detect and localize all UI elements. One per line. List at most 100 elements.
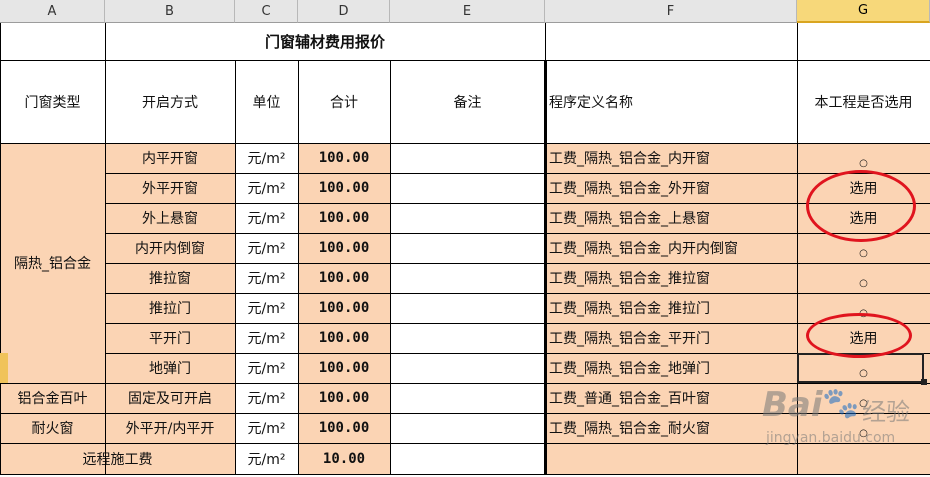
- program-name-cell[interactable]: 工费_隔热_铝合金_推拉门: [545, 293, 797, 323]
- opening-cell[interactable]: 平开门: [105, 323, 235, 353]
- column-header-e[interactable]: E: [390, 0, 545, 23]
- unit-cell[interactable]: 元/m²: [235, 143, 298, 173]
- total-cell[interactable]: 100.00: [298, 293, 390, 323]
- gridline: [797, 23, 798, 60]
- note-cell[interactable]: [390, 293, 545, 323]
- header-program-name: 程序定义名称: [545, 60, 797, 143]
- sheet-title: 门窗辅材费用报价: [105, 23, 545, 60]
- column-header-d[interactable]: D: [298, 0, 390, 23]
- program-name-cell[interactable]: 工费_隔热_铝合金_内开内倒窗: [545, 233, 797, 263]
- gridline: [0, 143, 930, 144]
- row-marker: [0, 353, 8, 383]
- opening-cell[interactable]: 内开内倒窗: [105, 233, 235, 263]
- gridline: [545, 23, 546, 60]
- watermark-brand2: 经验: [862, 398, 910, 426]
- fill-handle[interactable]: [921, 379, 927, 385]
- unit-cell[interactable]: 元/m²: [235, 203, 298, 233]
- column-header-b[interactable]: B: [105, 0, 235, 23]
- selection-cell[interactable]: ○: [797, 143, 930, 173]
- program-name-cell[interactable]: 工费_隔热_铝合金_耐火窗: [545, 413, 797, 443]
- opening-cell[interactable]: 推拉门: [105, 293, 235, 323]
- group-insulated-aluminum: 隔热_铝合金: [0, 143, 105, 383]
- unit-cell[interactable]: 元/m²: [235, 233, 298, 263]
- watermark-brand: Bai: [762, 385, 823, 425]
- column-header-c[interactable]: C: [235, 0, 298, 23]
- program-name-cell[interactable]: 工费_隔热_铝合金_上悬窗: [545, 203, 797, 233]
- header-unit: 单位: [235, 60, 298, 143]
- unit-cell[interactable]: 元/m²: [235, 413, 298, 443]
- program-name-cell[interactable]: 工费_隔热_铝合金_推拉窗: [545, 263, 797, 293]
- total-cell[interactable]: 100.00: [298, 263, 390, 293]
- program-name-cell[interactable]: 工费_隔热_铝合金_外开窗: [545, 173, 797, 203]
- opening-cell[interactable]: 固定及可开启: [105, 383, 235, 413]
- note-cell[interactable]: [390, 323, 545, 353]
- note-cell[interactable]: [390, 233, 545, 263]
- gridline: [105, 383, 930, 384]
- gridline: [0, 474, 930, 475]
- footer-unit[interactable]: 元/m²: [235, 443, 298, 475]
- opening-cell[interactable]: 推拉窗: [105, 263, 235, 293]
- column-header-f[interactable]: F: [545, 0, 797, 23]
- annotation-oval: [806, 313, 912, 358]
- opening-cell[interactable]: 内平开窗: [105, 143, 235, 173]
- program-name-cell[interactable]: 工费_隔热_铝合金_地弹门: [545, 353, 797, 383]
- note-cell[interactable]: [390, 413, 545, 443]
- note-cell[interactable]: [390, 383, 545, 413]
- unit-cell[interactable]: 元/m²: [235, 293, 298, 323]
- gridline: [105, 23, 106, 60]
- title-row-a: [0, 23, 105, 60]
- gridline: [0, 443, 105, 444]
- program-name-cell[interactable]: 工费_普通_铝合金_百叶窗: [545, 383, 797, 413]
- total-cell[interactable]: 100.00: [298, 353, 390, 383]
- gridline: [0, 60, 930, 61]
- note-cell[interactable]: [390, 263, 545, 293]
- total-cell[interactable]: 100.00: [298, 143, 390, 173]
- group-aluminum-louver: 铝合金百叶: [0, 383, 105, 413]
- gridline: [105, 263, 930, 264]
- column-header-a[interactable]: A: [0, 0, 105, 23]
- total-cell[interactable]: 100.00: [298, 203, 390, 233]
- footer-label: 远程施工费: [0, 443, 235, 475]
- annotation-oval: [806, 170, 916, 242]
- footer-program[interactable]: [545, 443, 797, 475]
- header-total: 合计: [298, 60, 390, 143]
- total-cell[interactable]: 100.00: [298, 233, 390, 263]
- title-row-g: [797, 23, 930, 60]
- total-cell[interactable]: 100.00: [298, 173, 390, 203]
- watermark-url: jingyan.baidu.com: [766, 430, 896, 446]
- footer-note[interactable]: [390, 443, 545, 475]
- total-cell[interactable]: 100.00: [298, 413, 390, 443]
- thick-border: [546, 60, 547, 475]
- footer-total[interactable]: 10.00: [298, 443, 390, 475]
- opening-cell[interactable]: 外上悬窗: [105, 203, 235, 233]
- header-opening: 开启方式: [105, 60, 235, 143]
- note-cell[interactable]: [390, 203, 545, 233]
- gridline: [0, 383, 105, 384]
- gridline: [105, 173, 930, 174]
- opening-cell[interactable]: 地弹门: [105, 353, 235, 383]
- gridline: [0, 413, 105, 414]
- gridline: [105, 323, 930, 324]
- title-row-f: [545, 23, 797, 60]
- opening-cell[interactable]: 外平开/内平开: [105, 413, 235, 443]
- note-cell[interactable]: [390, 353, 545, 383]
- program-name-cell[interactable]: 工费_隔热_铝合金_内开窗: [545, 143, 797, 173]
- column-header-g[interactable]: G: [797, 0, 930, 23]
- program-name-cell[interactable]: 工费_隔热_铝合金_平开门: [545, 323, 797, 353]
- total-cell[interactable]: 100.00: [298, 383, 390, 413]
- thick-border: [544, 60, 545, 475]
- footer-selection[interactable]: [797, 443, 930, 475]
- unit-cell[interactable]: 元/m²: [235, 383, 298, 413]
- gridline: [105, 293, 930, 294]
- note-cell[interactable]: [390, 173, 545, 203]
- total-cell[interactable]: 100.00: [298, 323, 390, 353]
- selection-cell[interactable]: ○: [797, 263, 930, 293]
- header-selected: 本工程是否选用: [797, 60, 930, 143]
- spreadsheet[interactable]: A B C D E F G 门窗辅材费用报价 门窗类型 开启方式 单位 合计 备注 程序定义名称 本工程是否…: [0, 0, 930, 477]
- unit-cell[interactable]: 元/m²: [235, 173, 298, 203]
- opening-cell[interactable]: 外平开窗: [105, 173, 235, 203]
- unit-cell[interactable]: 元/m²: [235, 263, 298, 293]
- unit-cell[interactable]: 元/m²: [235, 353, 298, 383]
- note-cell[interactable]: [390, 143, 545, 173]
- unit-cell[interactable]: 元/m²: [235, 323, 298, 353]
